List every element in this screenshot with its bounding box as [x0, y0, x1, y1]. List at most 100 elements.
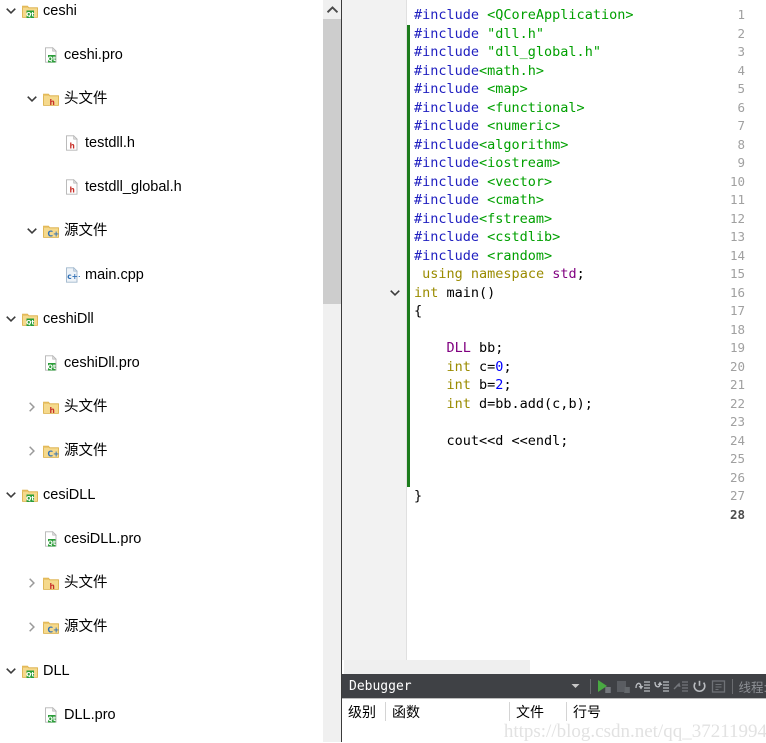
column-header-line[interactable]: 行号 [573, 701, 601, 723]
chevron-right-icon[interactable] [25, 396, 39, 418]
column-divider-3[interactable] [566, 702, 567, 721]
tree-item-ceshiDll.pro[interactable]: Qt ceshiDll.pro [0, 352, 322, 374]
tree-item-DLL.pro[interactable]: Qt DLL.pro [0, 704, 322, 726]
line-number: 11 [729, 192, 745, 207]
column-divider-2[interactable] [509, 702, 510, 721]
project-tree[interactable]: Qt ceshi Qt ceshi.pro h 头文件 h testdll.h h testdll… [0, 0, 322, 742]
tree-item-cesiDLL[interactable]: Qt cesiDLL [0, 484, 322, 506]
svg-text:h: h [70, 142, 75, 151]
tree-item-[interactable]: h 头文件 [0, 396, 322, 418]
line-number: 14 [729, 247, 745, 263]
tree-item-testdll_global.h[interactable]: h testdll_global.h [0, 176, 322, 198]
continue-debug-icon[interactable] [595, 676, 614, 696]
code-line[interactable]: using namespace std; [414, 265, 585, 284]
chevron-down-icon[interactable] [571, 683, 586, 689]
chevron-down-icon[interactable] [25, 220, 39, 242]
tree-item-testdll.h[interactable]: h testdll.h [0, 132, 322, 154]
chevron-right-icon[interactable] [25, 616, 39, 638]
column-header-file[interactable]: 文件 [516, 701, 544, 723]
tree-item-DLL[interactable]: Qt DLL [0, 660, 322, 682]
code-line[interactable]: #include <numeric> [414, 117, 560, 136]
line-number: 18 [729, 321, 745, 337]
watermark-text: https://blog.csdn.net/qq_37211994 [503, 721, 766, 742]
line-number: 27 [729, 488, 745, 503]
chevron-down-icon[interactable] [4, 308, 18, 330]
tree-item-[interactable]: h 头文件 [0, 88, 322, 110]
line-number: 24 [729, 432, 745, 448]
panel-tabstrip[interactable] [342, 660, 766, 674]
debugger-toolbar[interactable]: Debugger 线程: [342, 674, 766, 698]
code-line[interactable]: #include <cmath> [414, 191, 544, 210]
code-line[interactable]: #include<math.h> [414, 62, 544, 81]
qt-pro-file-icon: Qt [43, 46, 59, 63]
line-number: 28 [729, 506, 745, 522]
line-number: 8 [737, 136, 745, 152]
line-number: 13 [729, 229, 745, 244]
code-line[interactable]: #include "dll_global.h" [414, 43, 601, 62]
tree-item-main.cpp[interactable]: c++ main.cpp [0, 264, 322, 286]
tree-item-ceshi[interactable]: Qt ceshi [0, 0, 322, 22]
tree-item-label: 源文件 [64, 223, 108, 239]
code-line[interactable]: cout<<d <<endl; [414, 432, 569, 451]
tree-item-[interactable]: C+ 源文件 [0, 616, 322, 638]
step-over-icon[interactable] [633, 676, 652, 696]
code-line[interactable]: } [414, 487, 422, 506]
qt-project-folder-icon: Qt [22, 487, 38, 503]
code-line[interactable]: #include<algorithm> [414, 136, 568, 155]
tree-item-[interactable]: C+ 源文件 [0, 440, 322, 462]
code-line[interactable]: int c=0; [414, 358, 512, 377]
svg-text:Qt: Qt [48, 716, 56, 723]
tree-item-label: ceshiDll.pro [64, 355, 140, 371]
column-header-function[interactable]: 函数 [392, 701, 420, 723]
tree-item-cesiDLL.pro[interactable]: Qt cesiDLL.pro [0, 528, 322, 550]
sidebar-scrollbar[interactable] [322, 0, 341, 742]
tree-item-label: DLL.pro [64, 707, 116, 723]
svg-text:C+: C+ [48, 626, 60, 635]
code-line[interactable]: #include "dll.h" [414, 25, 544, 44]
code-line[interactable]: #include <QCoreApplication> [414, 6, 633, 25]
code-line[interactable]: #include <vector> [414, 173, 552, 192]
svg-text:Qt: Qt [26, 12, 34, 19]
h-file-icon: h [64, 178, 80, 195]
scroll-up-arrow-icon[interactable] [323, 0, 341, 18]
code-line[interactable]: #include <random> [414, 247, 552, 266]
chevron-down-icon[interactable] [25, 88, 39, 110]
tree-item-ceshi.pro[interactable]: Qt ceshi.pro [0, 44, 322, 66]
editor-gutter[interactable] [342, 0, 406, 660]
tree-item-[interactable]: h 头文件 [0, 572, 322, 594]
qt-project-folder-icon: Qt [22, 663, 38, 679]
tree-item-label: 源文件 [64, 443, 108, 459]
code-line[interactable]: int b=2; [414, 376, 512, 395]
change-indicator-bar [407, 24, 410, 487]
code-editor[interactable]: 1 #include <QCoreApplication> 2 #include "d… [341, 0, 766, 660]
chevron-down-icon[interactable] [4, 0, 18, 22]
chevron-right-icon[interactable] [25, 440, 39, 462]
code-line[interactable]: #include <map> [414, 80, 528, 99]
fold-toggle-icon[interactable] [388, 284, 402, 303]
code-line[interactable]: #include<iostream> [414, 154, 560, 173]
chevron-down-icon[interactable] [4, 660, 18, 682]
code-line[interactable]: { [414, 302, 422, 321]
column-header-level[interactable]: 级别 [348, 701, 376, 723]
step-into-icon[interactable] [652, 676, 671, 696]
column-divider-1[interactable] [385, 702, 386, 721]
header-folder-icon: h [43, 399, 59, 415]
code-line[interactable]: int main() [414, 284, 495, 303]
scrollbar-thumb[interactable] [323, 19, 341, 304]
chevron-down-icon[interactable] [4, 484, 18, 506]
chevron-right-icon[interactable] [25, 572, 39, 594]
line-number: 22 [729, 395, 745, 411]
tree-item-[interactable]: C+ 源文件 [0, 220, 322, 242]
code-line[interactable]: #include<fstream> [414, 210, 552, 229]
code-line[interactable]: int d=bb.add(c,b); [414, 395, 593, 414]
code-line[interactable]: #include <functional> [414, 99, 585, 118]
tree-item-label: main.cpp [85, 267, 144, 283]
debugger-stack-table[interactable]: 级别 函数 文件 行号 https://blog.csdn.net/qq_372… [342, 698, 766, 743]
toolbar-divider-2 [731, 678, 733, 694]
code-line[interactable]: DLL bb; [414, 339, 504, 358]
restart-debug-icon[interactable] [690, 676, 709, 696]
code-line[interactable]: #include <cstdlib> [414, 228, 560, 247]
tab-active-indicator[interactable] [344, 660, 530, 674]
tree-item-ceshiDll[interactable]: Qt ceshiDll [0, 308, 322, 330]
project-tree-panel[interactable]: Qt ceshi Qt ceshi.pro h 头文件 h testdll.h h testdll… [0, 0, 322, 742]
